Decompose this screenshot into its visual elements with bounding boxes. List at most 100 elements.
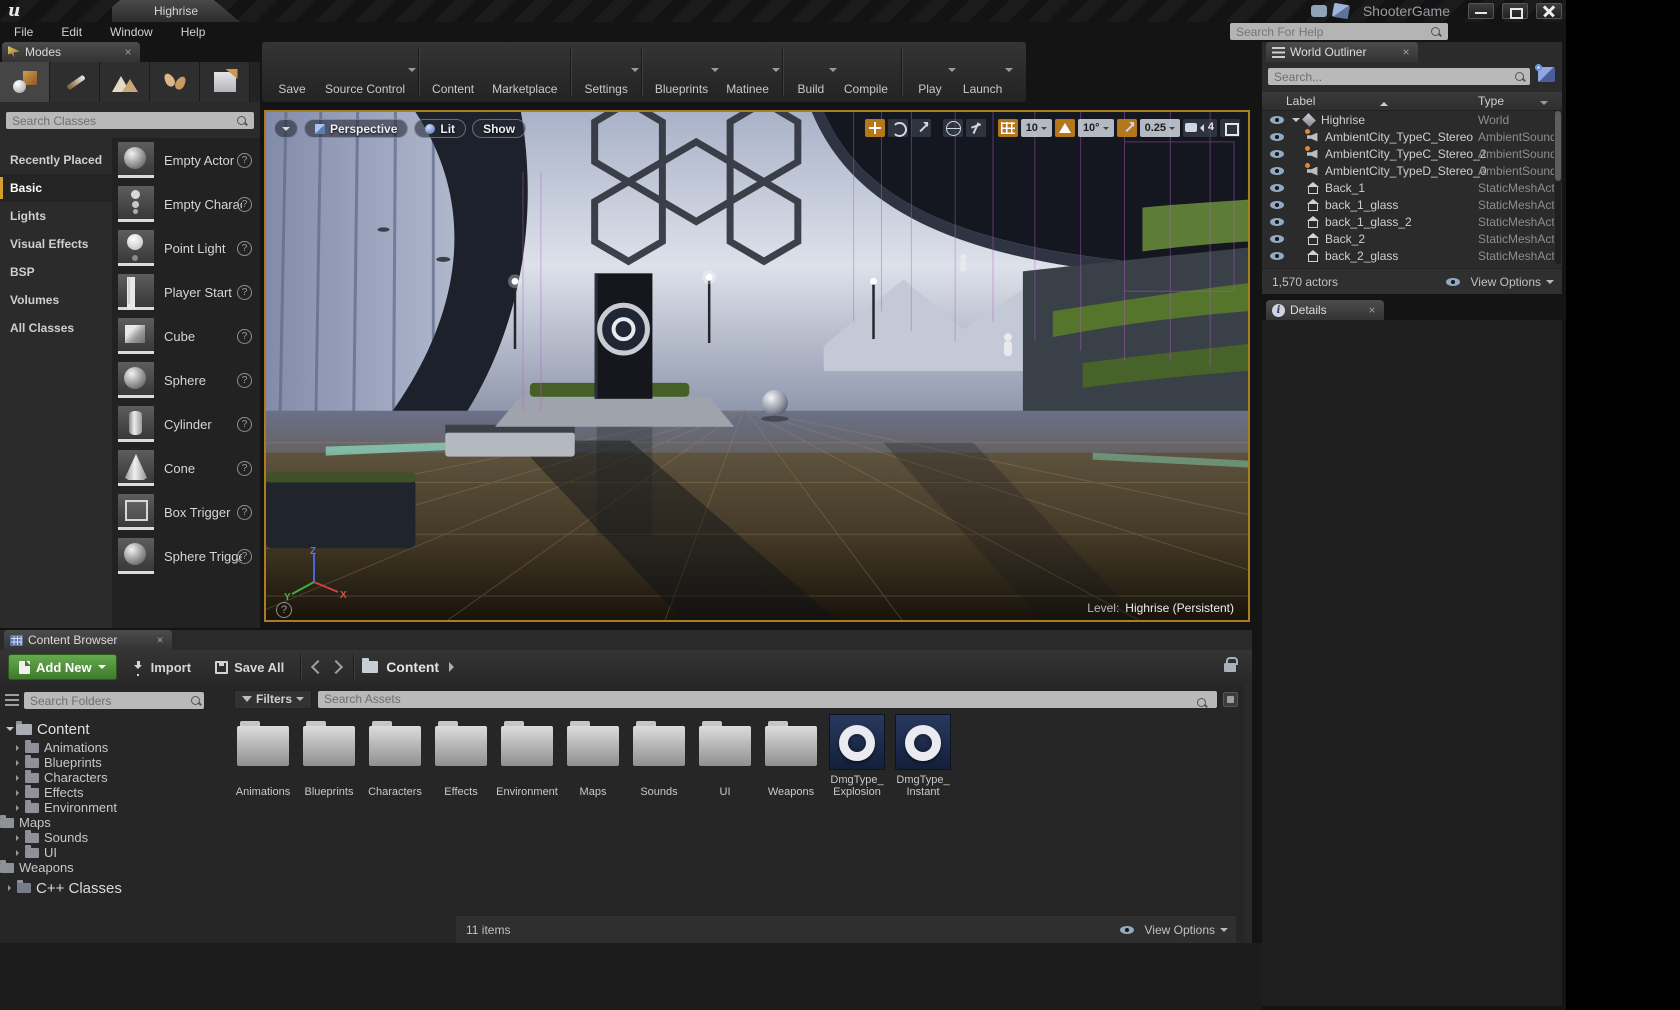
- back-button[interactable]: [309, 660, 323, 674]
- visibility-eye-icon[interactable]: [1270, 167, 1284, 175]
- tab-foliage-mode[interactable]: [150, 62, 200, 102]
- outliner-row[interactable]: AmbientCity_TypeC_Stereo AmbientSound: [1262, 128, 1554, 145]
- tab-place-mode[interactable]: [0, 62, 50, 102]
- toolbar-button[interactable]: Build: [787, 44, 835, 100]
- placeable-item[interactable]: Box Trigger: [112, 490, 260, 534]
- mode-category[interactable]: All Classes: [0, 314, 112, 342]
- tree-root-cpp-classes[interactable]: C++ Classes: [0, 877, 228, 899]
- mode-category[interactable]: BSP: [0, 258, 112, 286]
- tree-folder-row[interactable]: Characters: [0, 770, 228, 785]
- toolbar-button[interactable]: Blueprints: [646, 44, 717, 100]
- chevron-down-icon[interactable]: [1005, 68, 1013, 76]
- expander-icon[interactable]: [16, 850, 22, 856]
- perspective-button[interactable]: Perspective: [304, 119, 408, 138]
- level-viewport[interactable]: Perspective Lit Show 10 10° 0.25 4 Z: [264, 110, 1250, 622]
- tree-folder-row[interactable]: UI: [0, 845, 228, 860]
- rotation-snap-value[interactable]: 10°: [1078, 119, 1114, 137]
- tree-folder-row[interactable]: Blueprints: [0, 755, 228, 770]
- help-icon[interactable]: [237, 461, 252, 476]
- maximize-viewport-button[interactable]: [1220, 119, 1240, 137]
- asset-thumbnail[interactable]: [829, 714, 885, 770]
- lock-icon[interactable]: [1224, 663, 1236, 672]
- chevron-down-icon[interactable]: [772, 68, 780, 76]
- camera-speed-button[interactable]: 4: [1183, 119, 1217, 137]
- scale-snap-toggle-button[interactable]: [1117, 119, 1137, 137]
- tree-folder-row[interactable]: Maps: [0, 815, 228, 830]
- mode-category[interactable]: Basic: [0, 174, 112, 202]
- grid-snap-value[interactable]: 10: [1021, 119, 1052, 137]
- help-icon[interactable]: [237, 417, 252, 432]
- asset-thumbnail[interactable]: [499, 726, 555, 782]
- rotation-snap-toggle-button[interactable]: [1055, 119, 1075, 137]
- forward-button[interactable]: [331, 660, 345, 674]
- asset-tile[interactable]: DmgType_Instant: [891, 714, 955, 798]
- expander-icon[interactable]: [16, 805, 22, 811]
- expander-icon[interactable]: [16, 745, 22, 751]
- asset-tile[interactable]: Blueprints: [297, 714, 361, 798]
- asset-thumbnail[interactable]: [433, 726, 489, 782]
- tree-folder-row[interactable]: Animations: [0, 740, 228, 755]
- asset-tile[interactable]: Effects: [429, 714, 493, 798]
- outliner-row[interactable]: Back_1 StaticMeshActor: [1262, 179, 1554, 196]
- add-actor-icon[interactable]: [1538, 67, 1555, 82]
- toolbar-button[interactable]: Play: [906, 44, 954, 100]
- type-column-header[interactable]: Type: [1478, 94, 1504, 108]
- toolbar-button[interactable]: Source Control: [316, 44, 414, 100]
- asset-thumbnail[interactable]: [565, 726, 621, 782]
- placeable-item[interactable]: Point Light: [112, 226, 260, 270]
- engine-version-icon[interactable]: [1332, 3, 1350, 20]
- asset-thumbnail[interactable]: [235, 726, 291, 782]
- help-icon[interactable]: [237, 329, 252, 344]
- help-icon[interactable]: [237, 505, 252, 520]
- placeable-item[interactable]: Cylinder: [112, 402, 260, 446]
- help-icon[interactable]: [276, 602, 292, 618]
- visibility-eye-icon[interactable]: [1270, 218, 1284, 226]
- outliner-search-input[interactable]: [1268, 68, 1530, 85]
- import-button[interactable]: Import: [125, 660, 199, 675]
- asset-thumbnail[interactable]: [631, 726, 687, 782]
- tree-folder-row[interactable]: Weapons: [0, 860, 228, 875]
- tree-folder-row[interactable]: Effects: [0, 785, 228, 800]
- asset-thumbnail[interactable]: [367, 726, 423, 782]
- placeable-item[interactable]: Sphere: [112, 358, 260, 402]
- search-assets-input[interactable]: [318, 691, 1217, 708]
- save-all-button[interactable]: Save All: [207, 660, 292, 675]
- expander-icon[interactable]: [16, 760, 22, 766]
- outliner-header[interactable]: Label Type: [1262, 92, 1562, 111]
- outliner-row[interactable]: AmbientCity_TypeC_Stereo_2 AmbientSound: [1262, 145, 1554, 162]
- asset-tile[interactable]: UI: [693, 714, 757, 798]
- asset-tile[interactable]: Environment: [495, 714, 559, 798]
- feedback-icon[interactable]: [1311, 5, 1327, 17]
- mode-category[interactable]: Visual Effects: [0, 230, 112, 258]
- outliner-row[interactable]: Highrise World: [1262, 111, 1554, 128]
- filters-button[interactable]: Filters: [234, 690, 312, 709]
- menu-item[interactable]: File: [0, 22, 47, 42]
- visibility-eye-icon[interactable]: [1270, 150, 1284, 158]
- toolbar-button[interactable]: Matinee: [717, 44, 778, 100]
- asset-tile[interactable]: Animations: [231, 714, 295, 798]
- mode-category[interactable]: Lights: [0, 202, 112, 230]
- asset-tile[interactable]: Sounds: [627, 714, 691, 798]
- asset-thumbnail[interactable]: [301, 726, 357, 782]
- outliner-scrollbar[interactable]: [1555, 111, 1561, 264]
- toolbar-button[interactable]: Launch: [954, 44, 1011, 100]
- restore-button[interactable]: [1502, 3, 1528, 19]
- tree-folder-row[interactable]: Sounds: [0, 830, 228, 845]
- add-new-button[interactable]: Add New: [8, 654, 117, 680]
- asset-thumbnail[interactable]: [895, 714, 951, 770]
- help-icon[interactable]: [237, 285, 252, 300]
- outliner-view-options-button[interactable]: View Options: [1438, 275, 1554, 289]
- tree-root-content[interactable]: Content: [0, 718, 228, 740]
- modes-tab[interactable]: Modes: [2, 42, 140, 62]
- minimize-button[interactable]: [1468, 3, 1494, 19]
- level-tab[interactable]: Highrise: [112, 0, 240, 22]
- content-view-options-button[interactable]: View Options: [1112, 923, 1228, 937]
- close-button[interactable]: [1536, 3, 1562, 19]
- help-icon[interactable]: [237, 197, 252, 212]
- rotate-tool-button[interactable]: [888, 119, 908, 137]
- placeable-item[interactable]: Empty Character: [112, 182, 260, 226]
- mode-category[interactable]: Recently Placed: [0, 146, 112, 174]
- breadcrumb-arrow-icon[interactable]: [449, 662, 459, 672]
- content-browser-tab[interactable]: Content Browser: [4, 630, 172, 650]
- close-icon[interactable]: [1366, 303, 1378, 317]
